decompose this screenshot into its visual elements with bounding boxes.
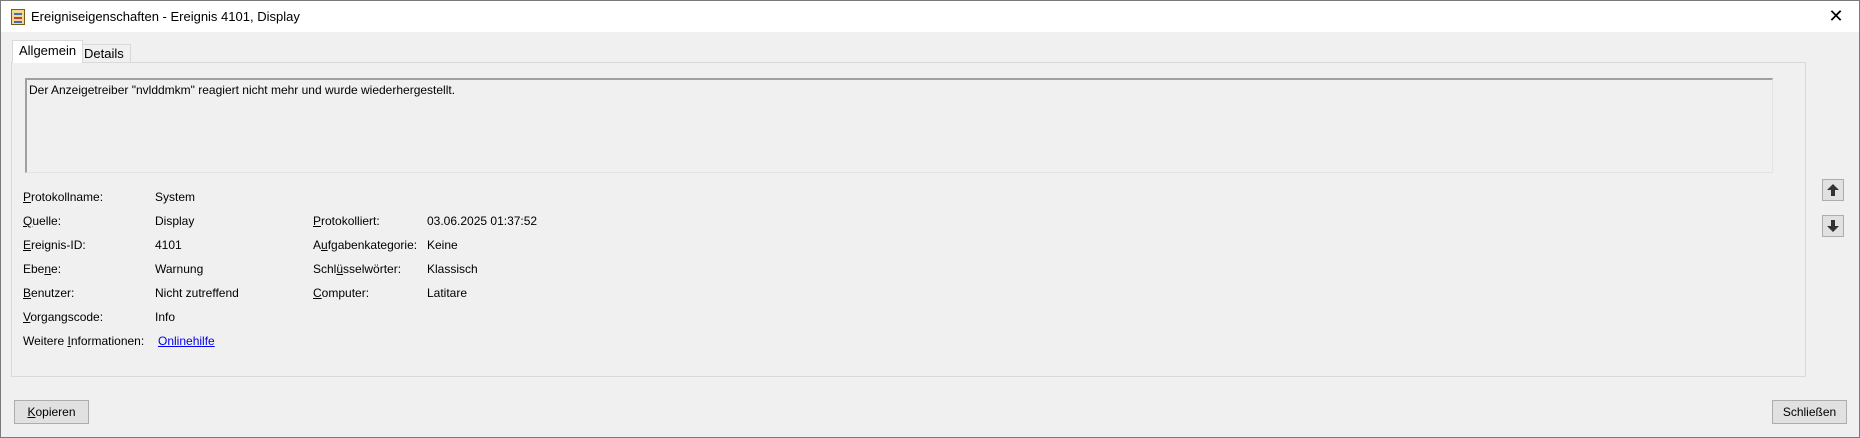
value-ereignis-id: 4101 [155,238,182,252]
previous-event-button[interactable] [1822,179,1844,201]
close-button[interactable]: Schließen [1772,400,1847,424]
label-protokollname: Protokollname: [23,190,104,204]
close-icon[interactable]: ✕ [1813,1,1859,32]
label-schluesselwoerter: Schlüsselwörter: [313,262,402,276]
label-ereignis-id: Ereignis-ID: [23,238,86,252]
label-benutzer: Benutzer: [23,286,75,300]
value-vorgangscode: Info [155,310,176,324]
value-aufgabenkategorie: Keine [427,238,458,252]
label-ebene: Ebene: [23,262,62,276]
value-protokollname: System [155,190,196,204]
arrow-down-icon [1827,220,1839,232]
label-computer: Computer: [313,286,370,300]
event-message-text: Der Anzeigetreiber "nvlddmkm" reagiert n… [29,83,456,97]
label-aufgabenkategorie: Aufgabenkategorie: [313,238,418,252]
event-message-box[interactable]: Der Anzeigetreiber "nvlddmkm" reagiert n… [25,78,1773,173]
label-weitere-informationen: Weitere Informationen: [23,334,145,348]
arrow-up-icon [1827,184,1839,196]
label-vorgangscode: Vorgangscode: [23,310,104,324]
window-title: Ereigniseigenschaften - Ereignis 4101, D… [31,9,300,24]
event-viewer-icon [11,9,25,25]
tab-details[interactable]: Details [77,44,131,63]
value-benutzer: Nicht zutreffend [155,286,239,300]
event-properties-window: Ereigniseigenschaften - Ereignis 4101, D… [0,0,1860,438]
label-quelle: Quelle: [23,214,62,228]
title-bar[interactable]: Ereigniseigenschaften - Ereignis 4101, D… [1,1,1859,32]
tab-allgemein[interactable]: Allgemein [12,40,84,63]
value-schluesselwoerter: Klassisch [427,262,478,276]
copy-button[interactable]: Kopieren [14,400,89,424]
value-protokolliert: 03.06.2025 01:37:52 [427,214,538,228]
value-computer: Latitare [427,286,468,300]
value-ebene: Warnung [155,262,204,276]
next-event-button[interactable] [1822,215,1844,237]
value-quelle: Display [155,214,195,228]
label-protokolliert: Protokolliert: [313,214,380,228]
onlinehilfe-link[interactable]: Onlinehilfe [158,334,215,348]
